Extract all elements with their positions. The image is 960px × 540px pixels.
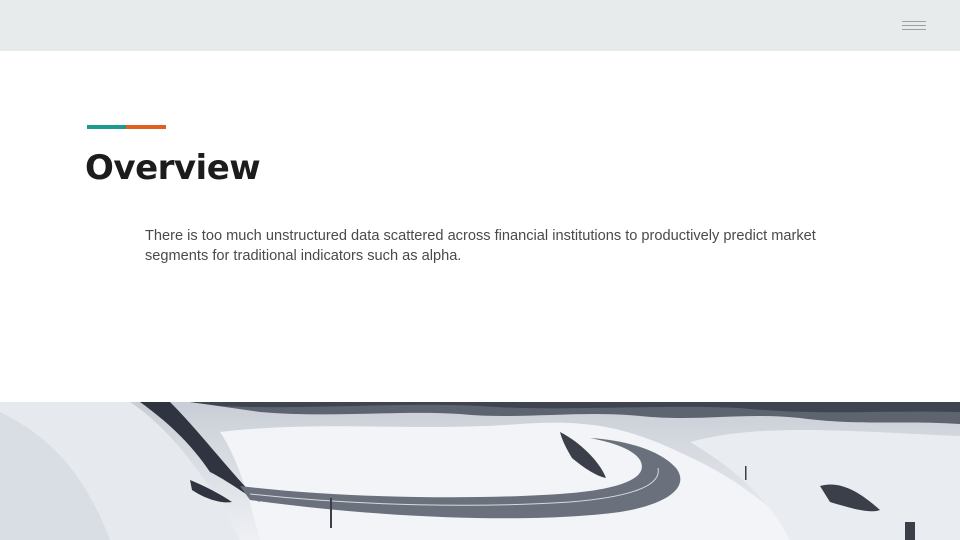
slide-body-text: There is too much unstructured data scat… bbox=[145, 228, 816, 264]
slide-title: Overview bbox=[85, 148, 261, 188]
accent-bar-teal bbox=[87, 125, 127, 129]
accent-bar-orange bbox=[126, 125, 166, 129]
snowy-mountain-road-photo bbox=[0, 402, 960, 540]
top-bar bbox=[0, 0, 960, 51]
hamburger-menu-icon[interactable] bbox=[902, 21, 926, 31]
